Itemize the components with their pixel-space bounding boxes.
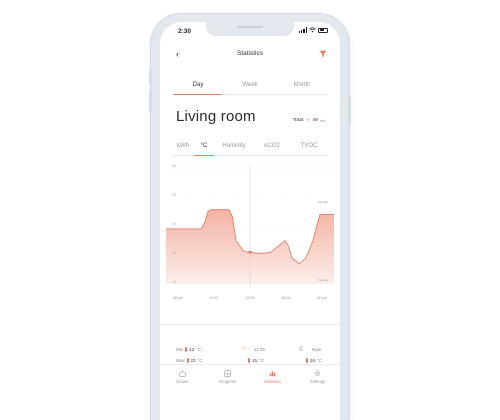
y-tick-label: 25 [172, 193, 176, 197]
room-total: Total: ⚡ 49 kwh [293, 117, 326, 124]
nav-label: Progress [218, 379, 237, 384]
phone-screen: 2:30 ‹ Statistics Day Week Month Living … [160, 22, 340, 420]
summary-day: 15 °C [248, 358, 264, 363]
period-tabs: Day Week Month [172, 79, 328, 95]
tab-day[interactable]: Day [172, 79, 224, 95]
summary-now: Now [312, 347, 321, 352]
nav-label: House [176, 379, 189, 384]
room-title: Living room [176, 108, 256, 125]
battery-icon [318, 27, 328, 33]
summary-min: Min 12 °C [176, 347, 201, 352]
filter-icon[interactable] [319, 50, 327, 58]
y-tick-label: 10 [172, 280, 176, 284]
night-label: Now [312, 347, 322, 352]
x-tick-label: 30 jun [173, 296, 183, 300]
day-unit: °C [259, 358, 265, 363]
nav-label: Settings [309, 379, 326, 384]
nav-house[interactable]: House [160, 365, 205, 392]
nav-settings[interactable]: Settings [295, 365, 340, 392]
tab-kwh[interactable]: kWh [172, 140, 194, 155]
thermometer-icon [306, 358, 308, 363]
speaker [237, 26, 263, 28]
min-value: 12 [189, 347, 195, 352]
summary-night: 16 °C [306, 358, 322, 363]
night-value: 16 [310, 358, 316, 363]
sun-icon: ☼ [241, 345, 248, 352]
y-tick-label: 20 [172, 222, 176, 226]
tab-month[interactable]: Month [276, 79, 328, 94]
volume-button [149, 70, 152, 84]
total-value: 49 [312, 118, 318, 123]
min-label: Min [176, 347, 184, 352]
summary-panel: Min 12 °C Max 23 °C ☼ 11:35 15 °C ☾ Now … [160, 324, 340, 368]
summary-day-time: 11:35 [254, 347, 265, 352]
tab-week[interactable]: Week [224, 79, 276, 94]
nav-label: Statistics [263, 379, 282, 384]
tab-celsius[interactable]: °C [194, 140, 214, 156]
total-label: Total: [292, 118, 305, 123]
page-title: Statistics [236, 50, 263, 57]
signal-icon [298, 27, 307, 33]
wifi-icon [309, 27, 316, 33]
moon-icon: ☾ [299, 346, 306, 353]
bottom-nav: House Progress Statistics Settings [160, 364, 340, 392]
bolt-icon: ⚡ [306, 118, 311, 124]
tab-eco2[interactable]: eCO2 [254, 140, 290, 155]
statistics-icon [269, 371, 276, 377]
thermometer-icon [186, 358, 189, 363]
night-unit: °C [317, 358, 323, 363]
max-unit: °C [197, 358, 203, 363]
nav-progress[interactable]: Progress [205, 365, 250, 392]
day-time: 11:35 [254, 347, 265, 352]
x-tick-label: 31 jun [317, 296, 327, 300]
status-icons [298, 27, 328, 33]
status-time: 2:30 [178, 28, 192, 35]
progress-icon [224, 370, 231, 377]
day-value: 15 [252, 358, 258, 363]
max-label: Max [176, 358, 185, 363]
min-unit: °C [196, 347, 202, 352]
x-tick-label: 6:00 [210, 296, 217, 300]
y-tick-label: 30 [172, 164, 176, 168]
tab-humidity[interactable]: Humidity [214, 140, 254, 155]
thermometer-icon [185, 347, 188, 352]
y-tick-label: 15 [172, 251, 176, 255]
notch [206, 22, 294, 36]
temperature-chart[interactable]: 30 25 20 15 10 30 jun 6:00 12:00 18:00 31 jun To… [160, 160, 340, 332]
max-value: 23 [190, 358, 196, 363]
metric-tabs: kWh °C Humidity eCO2 TVOC [172, 140, 328, 156]
total-unit: kwh [319, 118, 326, 123]
house-icon [179, 370, 186, 377]
annotation-too-low: Too low [319, 278, 329, 282]
volume-button [149, 90, 152, 112]
power-button [348, 96, 351, 124]
thermometer-icon [248, 358, 250, 363]
annotation-too-high: Too high [317, 200, 328, 204]
app-header: ‹ Statistics [160, 44, 340, 66]
nav-statistics[interactable]: Statistics [250, 365, 295, 392]
settings-icon [314, 370, 321, 377]
x-tick-label: 12:00 [245, 296, 255, 300]
summary-max: Max 23 °C [176, 358, 203, 363]
chart-marker[interactable] [248, 250, 252, 254]
tab-tvoc[interactable]: TVOC [290, 140, 328, 155]
x-tick-label: 18:00 [281, 296, 291, 300]
